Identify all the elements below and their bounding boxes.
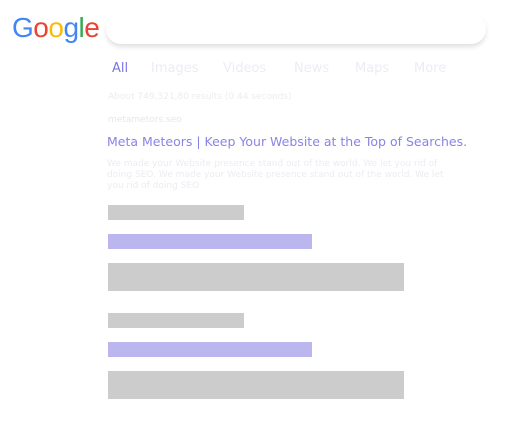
logo-letter: e xyxy=(84,12,100,43)
placeholder-url xyxy=(108,205,244,220)
tab-more[interactable]: More xyxy=(414,61,446,76)
placeholder-snippet xyxy=(108,263,404,291)
result-snippet: We made your Website presence stand out … xyxy=(107,159,444,191)
logo-letter: g xyxy=(63,12,79,43)
result-title-link[interactable]: Meta Meteors | Keep Your Website at the … xyxy=(107,134,467,149)
tab-news[interactable]: News xyxy=(294,61,329,76)
search-input[interactable] xyxy=(106,14,486,44)
tab-videos[interactable]: Videos xyxy=(223,61,266,76)
tab-images[interactable]: Images xyxy=(151,61,199,76)
results-stats: About 749,321,80 results (0.44 seconds) xyxy=(108,92,292,102)
tab-maps[interactable]: Maps xyxy=(355,61,389,76)
placeholder-title xyxy=(108,234,312,249)
logo-letter: G xyxy=(12,12,34,43)
logo-letter: o xyxy=(48,12,64,43)
google-logo[interactable]: Google xyxy=(12,12,100,43)
placeholder-title xyxy=(108,342,312,357)
placeholder-snippet xyxy=(108,371,404,399)
logo-letter: o xyxy=(33,12,49,43)
result-url[interactable]: metametors.seo xyxy=(108,115,182,125)
search-results-page: Google All Images Videos News Maps More … xyxy=(0,0,507,442)
placeholder-url xyxy=(108,313,244,328)
tab-all[interactable]: All xyxy=(112,61,128,76)
